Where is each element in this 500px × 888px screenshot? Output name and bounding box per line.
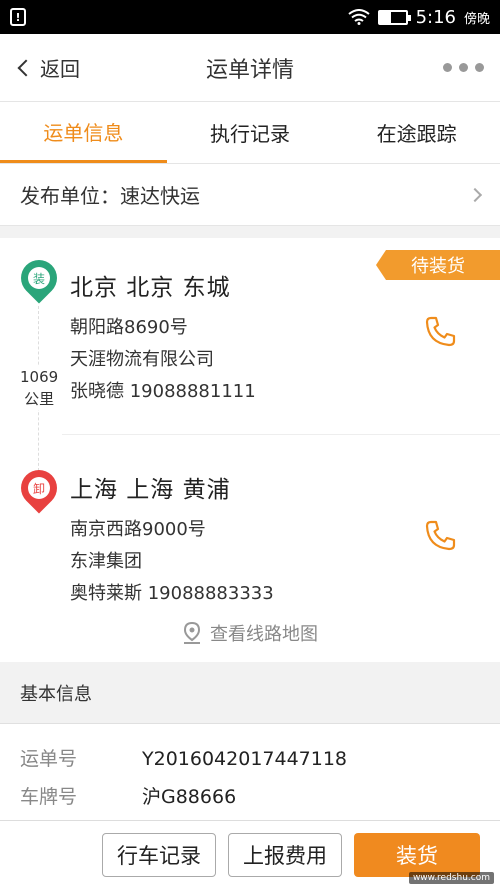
origin-company: 天涯物流有限公司 xyxy=(70,349,214,370)
dot-icon xyxy=(443,63,452,72)
status-bar: ! 5:16 傍晚 xyxy=(0,0,500,34)
watermark: www.redshu.com xyxy=(408,872,494,884)
load-goods-button[interactable]: 装货 xyxy=(354,832,480,877)
info-key: 车牌号 xyxy=(20,786,78,808)
distance-value: 1069 xyxy=(20,368,59,386)
bottom-action-bar: 行车记录 上报费用 装货 www.redshu.com xyxy=(0,820,500,888)
origin-contact: 张晓德 19088881111 xyxy=(70,381,256,402)
info-row: 车牌号 沪G88666 xyxy=(20,778,480,816)
chevron-right-icon xyxy=(467,187,483,202)
origin-stop: 北京 北京 东城 朝阳路8690号 天涯物流有限公司 张晓德 190888811… xyxy=(70,268,256,408)
dot-icon xyxy=(459,63,468,72)
unload-badge: 卸 xyxy=(28,477,50,499)
carrier-label: 傍晚 xyxy=(463,11,490,27)
basic-info-list: 运单号 Y2016042017447118 车牌号 沪G88666 xyxy=(0,724,500,824)
alert-icon: ! xyxy=(10,8,26,26)
report-fee-button[interactable]: 上报费用 xyxy=(228,832,342,877)
origin-address: 朝阳路8690号 xyxy=(70,317,188,338)
clock: 5:16 xyxy=(415,6,456,28)
section-heading: 基本信息 xyxy=(0,662,500,724)
destination-stop: 上海 上海 黄浦 南京西路9000号 东津集团 奥特莱斯 19088883333 xyxy=(70,470,274,610)
publisher-row[interactable]: 发布单位：速达快运 xyxy=(0,164,500,226)
load-badge: 装 xyxy=(28,267,50,289)
info-value: Y2016042017447118 xyxy=(142,748,348,770)
info-value: 沪G88666 xyxy=(142,786,237,808)
load-pin-icon: 装 xyxy=(13,252,65,304)
destination-contact: 奥特莱斯 19088883333 xyxy=(70,583,274,604)
info-key: 运单号 xyxy=(20,748,78,770)
unload-pin-icon: 卸 xyxy=(13,462,65,514)
back-label: 返回 xyxy=(40,57,80,81)
drive-record-button[interactable]: 行车记录 xyxy=(102,832,216,877)
status-badge: 待装货 xyxy=(376,250,500,280)
destination-city: 上海 上海 黄浦 xyxy=(70,477,231,503)
origin-city: 北京 北京 东城 xyxy=(70,275,231,301)
view-route-map-link[interactable]: 查看线路地图 xyxy=(0,620,500,646)
phone-icon[interactable] xyxy=(422,518,458,554)
distance-unit: 公里 xyxy=(24,390,55,408)
tab-execution-record[interactable]: 执行记录 xyxy=(167,102,334,163)
route-card: 待装货 1069 公里 装 北京 北京 东城 朝阳路8690号 天涯物流有限公司… xyxy=(0,238,500,662)
info-row: 运单号 Y2016042017447118 xyxy=(20,740,480,778)
tab-waybill-info[interactable]: 运单信息 xyxy=(0,102,167,163)
map-link-label: 查看线路地图 xyxy=(210,624,318,645)
map-pin-icon xyxy=(183,622,201,644)
back-button[interactable]: 返回 xyxy=(16,53,80,82)
chevron-left-icon xyxy=(17,59,35,76)
battery-icon xyxy=(377,9,411,25)
nav-bar: 返回 运单详情 xyxy=(0,34,500,102)
dot-icon xyxy=(475,63,484,72)
phone-icon[interactable] xyxy=(422,314,458,350)
publisher-label: 发布单位：速达快运 xyxy=(20,184,200,208)
divider xyxy=(62,434,500,435)
tab-bar: 运单信息 执行记录 在途跟踪 xyxy=(0,102,500,164)
distance-label: 1069 公里 xyxy=(20,366,59,410)
tab-in-transit-tracking[interactable]: 在途跟踪 xyxy=(333,102,500,163)
more-menu-button[interactable] xyxy=(443,63,484,72)
destination-company: 东津集团 xyxy=(70,551,142,572)
destination-address: 南京西路9000号 xyxy=(70,519,206,540)
wifi-icon xyxy=(347,9,370,25)
